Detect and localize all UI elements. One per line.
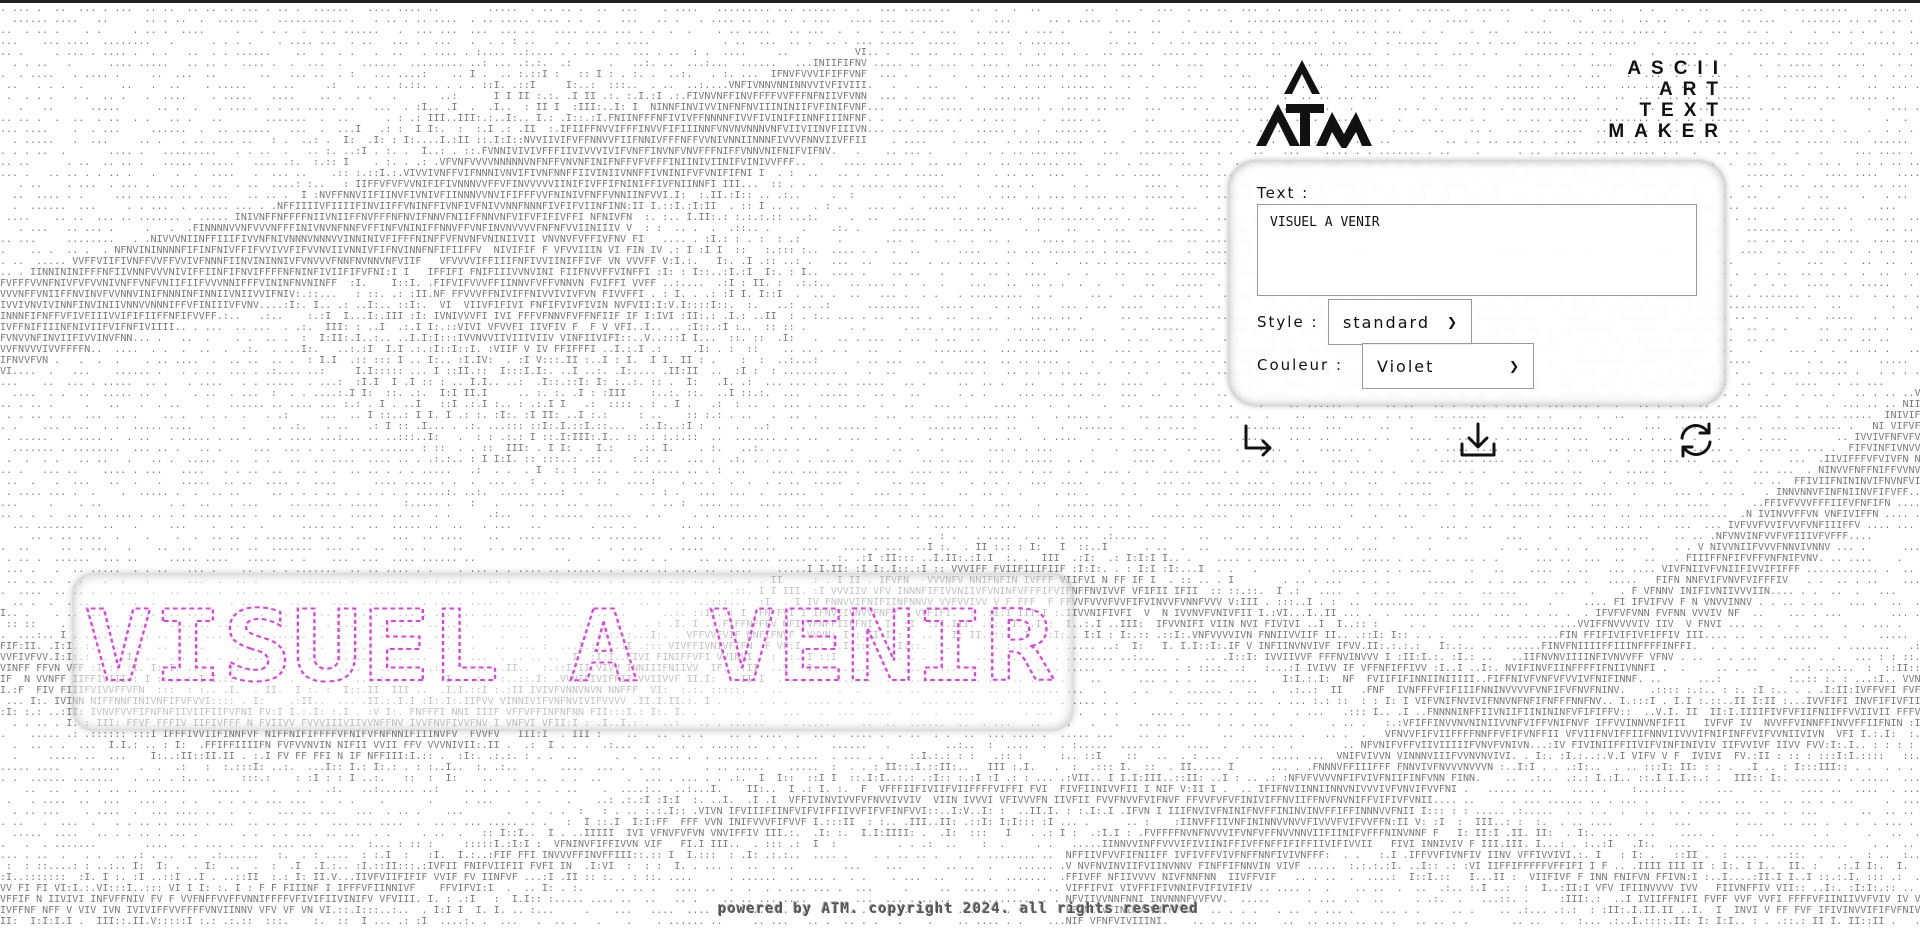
return-arrow-icon[interactable] — [1238, 420, 1278, 460]
refresh-icon[interactable] — [1676, 420, 1716, 460]
brand-line: ART — [1658, 79, 1728, 100]
style-select[interactable]: standard ❯ — [1328, 299, 1472, 345]
color-select-value: Violet — [1377, 356, 1435, 376]
ascii-text-preview: VISUEL A VENIR — [84, 600, 1055, 690]
brand-line: ASCII — [1627, 58, 1728, 79]
chevron-down-icon: ❯ — [1446, 315, 1457, 329]
text-input[interactable]: VISUEL A VENIR — [1257, 204, 1697, 296]
download-icon[interactable] — [1458, 420, 1498, 460]
text-label: Text : — [1257, 184, 1310, 202]
footer-copyright: powered by ATM. copyright 2024. all righ… — [718, 901, 1199, 917]
color-select[interactable]: Violet ❯ — [1362, 343, 1534, 389]
color-label: Couleur : — [1257, 356, 1344, 374]
top-border — [0, 0, 1920, 3]
preview-ascii-text: VISUEL A VENIR — [84, 600, 1054, 690]
atm-logo — [1256, 60, 1372, 148]
brand-line: MAKER — [1608, 121, 1728, 142]
style-label: Style : — [1257, 313, 1319, 331]
chevron-down-icon: ❯ — [1508, 359, 1519, 373]
brand-line: TEXT — [1639, 100, 1728, 121]
brand-name: ASCII ART TEXT MAKER — [1586, 58, 1718, 142]
style-select-value: standard — [1343, 312, 1430, 332]
